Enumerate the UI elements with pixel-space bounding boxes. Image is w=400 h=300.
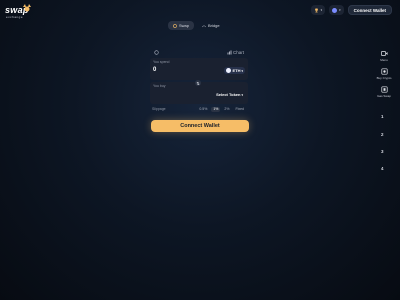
rail-label: Gas Swap <box>377 94 391 98</box>
top-right-controls: ▾ ▾ Connect Wallet <box>310 5 392 15</box>
app-logo[interactable]: swap exchange <box>5 4 35 20</box>
bridge-icon <box>202 24 206 27</box>
video-icon <box>380 51 387 56</box>
chevron-down-icon: ▾ <box>320 8 323 12</box>
logo-subtext: exchange <box>6 15 24 19</box>
select-token-label: Select Token <box>216 92 241 97</box>
chart-toggle[interactable]: Chart <box>227 50 244 55</box>
switch-direction-button[interactable]: ⇅ <box>195 80 201 86</box>
slippage-row: Slippage 0.5% 1% 2% Fixed <box>150 105 248 113</box>
eth-icon <box>226 68 232 73</box>
chart-icon <box>227 50 232 54</box>
chevron-down-icon: ▾ <box>339 8 341 12</box>
chevron-down-icon: ▾ <box>241 68 243 73</box>
swap-card-header: Chart <box>150 48 248 56</box>
rail-number[interactable]: 4 <box>381 166 384 171</box>
rail-number[interactable]: 3 <box>381 149 384 154</box>
tab-swap[interactable]: Swap <box>168 21 195 30</box>
swap-icon <box>173 23 177 28</box>
slippage-option[interactable]: Fixed <box>233 107 246 112</box>
pay-token-selector[interactable]: ETH ▾ <box>224 67 245 74</box>
right-rail: Menu Buy Crypto Gas Swap 1 2 3 4 <box>372 50 396 171</box>
network-selector[interactable]: ▾ <box>329 5 344 15</box>
nav-tabs: Swap Bridge <box>168 20 234 31</box>
slippage-label: Slippage <box>152 107 166 111</box>
rail-number[interactable]: 2 <box>381 132 384 137</box>
tab-bridge-label: Bridge <box>208 23 220 28</box>
rewards-button[interactable]: ▾ <box>310 5 326 15</box>
rail-item-gas-swap[interactable]: Gas Swap <box>372 86 396 98</box>
gas-icon <box>380 86 388 93</box>
chart-label: Chart <box>232 49 244 55</box>
rail-label: Menu <box>380 58 388 62</box>
eth-network-icon <box>332 7 338 13</box>
connect-wallet-button[interactable]: Connect Wallet <box>151 120 249 132</box>
trophy-icon <box>314 8 318 12</box>
tab-swap-label: Swap <box>179 23 190 28</box>
rail-number[interactable]: 1 <box>381 114 384 119</box>
settings-icon[interactable] <box>154 49 159 55</box>
connect-wallet-header-button[interactable]: Connect Wallet <box>347 5 392 15</box>
pay-token-label: ETH <box>232 68 241 73</box>
rail-item-menu[interactable]: Menu <box>372 50 396 62</box>
logo-mascot-icon <box>23 4 31 12</box>
tab-bridge[interactable]: Bridge <box>197 21 225 30</box>
pay-box: You spend 0 ETH ▾ <box>150 58 248 80</box>
buy-crypto-icon <box>380 68 388 75</box>
swap-arrows-icon: ⇅ <box>196 80 200 86</box>
slippage-option[interactable]: 1% <box>211 106 221 112</box>
rail-item-buy-crypto[interactable]: Buy Crypto <box>372 68 396 80</box>
chevron-down-icon: ▾ <box>241 92 243 97</box>
rail-label: Buy Crypto <box>376 76 392 80</box>
pay-label: You spend <box>153 60 170 64</box>
receive-token-selector[interactable]: Select Token ▾ <box>214 91 245 98</box>
slippage-options: 0.5% 1% 2% Fixed <box>197 106 246 112</box>
slippage-option[interactable]: 2% <box>222 107 231 112</box>
slippage-option[interactable]: 0.5% <box>197 107 209 112</box>
